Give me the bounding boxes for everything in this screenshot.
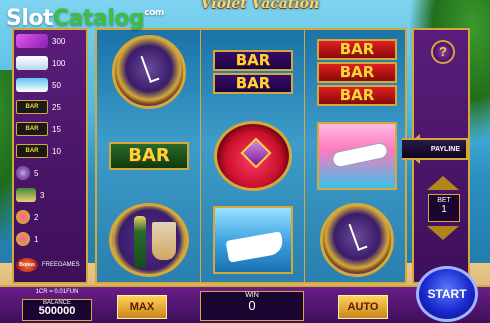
paytable-row: BAR 10	[16, 142, 86, 160]
paytable-row: 3	[16, 186, 86, 204]
diamond-icon	[16, 34, 48, 48]
reel-cell: BAR BAR BAR	[305, 30, 405, 114]
paytable-value: 300	[52, 36, 66, 46]
win-value: 0	[248, 298, 256, 313]
payline-indicator: PAYLINE	[402, 138, 468, 160]
win-display: WIN 0	[200, 291, 304, 321]
paytable-value: 5	[34, 168, 39, 178]
slotcatalog-logo: SlotCatalogcom	[6, 6, 164, 31]
credit-rate: 1CR = 0.01FUN	[35, 289, 79, 295]
paytable-row: Bonus FREEGAMES	[16, 256, 86, 274]
paytable-value: 1	[34, 234, 39, 244]
champagne-icon	[109, 203, 189, 277]
logo-com: com	[144, 8, 164, 18]
watch-icon	[320, 203, 394, 277]
paytable-value: 10	[52, 146, 61, 156]
paytable-row: 100	[16, 54, 86, 72]
reel-1: BAR	[97, 30, 201, 282]
reels-area: BAR BAR BAR BAR BAR BAR	[95, 28, 407, 284]
help-button[interactable]: ?	[431, 40, 455, 64]
max-bet-button[interactable]: MAX	[117, 295, 167, 319]
bar-plate: BAR	[213, 73, 293, 94]
paytable-value: FREEGAMES	[42, 262, 80, 268]
logo-slot: Slot	[6, 6, 54, 31]
start-spin-button[interactable]: START	[416, 266, 478, 322]
paytable-value: 100	[52, 58, 66, 68]
bar-icon: BAR	[109, 142, 189, 170]
champagne-icon	[16, 188, 36, 202]
double-bar-icon: BAR BAR	[213, 50, 293, 94]
bet-value: 1	[441, 204, 447, 215]
triple-bar-icon: BAR	[16, 100, 48, 114]
paytable-row: 50	[16, 76, 86, 94]
double-bar-icon: BAR	[16, 122, 48, 136]
bet-decrease-button[interactable]	[427, 226, 459, 240]
reel-cell	[201, 198, 305, 282]
bet-display: BET 1	[428, 194, 460, 222]
bar-plate: BAR	[317, 61, 397, 83]
ring-icon	[16, 210, 30, 224]
boat-icon	[213, 206, 293, 274]
ring-icon	[214, 121, 292, 191]
logo-catalog: Catalog	[53, 6, 145, 31]
boat-icon	[16, 78, 48, 92]
reel-cell	[305, 198, 405, 282]
triple-bar-icon: BAR BAR BAR	[317, 38, 397, 106]
bar-plate: BAR	[317, 38, 397, 60]
paytable-row: BAR 15	[16, 120, 86, 138]
bar-plate: BAR	[213, 50, 293, 71]
bet-increase-button[interactable]	[427, 176, 459, 190]
game-title: Violet Vacation	[200, 0, 320, 12]
paytable-row: 5	[16, 164, 86, 182]
paytable-row: 1	[16, 230, 86, 248]
balance-value: 500000	[38, 305, 76, 317]
bar-plate: BAR	[317, 84, 397, 106]
reel-cell	[97, 30, 201, 114]
reel-cell: BAR	[97, 114, 201, 198]
single-bar-icon: BAR	[16, 144, 48, 158]
reel-3: BAR BAR BAR	[305, 30, 405, 282]
paytable-row: 2	[16, 208, 86, 226]
balance-display: BALANCE 500000	[22, 299, 92, 321]
paytable-value: 25	[52, 102, 61, 112]
bonus-icon: Bonus	[16, 258, 38, 272]
paytable-value: 15	[52, 124, 61, 134]
any-icon	[16, 232, 30, 246]
watch-icon	[112, 35, 186, 109]
reel-cell	[305, 114, 405, 198]
paytable-value: 2	[34, 212, 39, 222]
plane-icon	[16, 56, 48, 70]
paytable-row: 300	[16, 32, 86, 50]
plane-icon	[317, 122, 397, 190]
bet-label: BET	[437, 197, 451, 204]
reel-cell	[201, 114, 305, 198]
reel-cell	[97, 198, 201, 282]
paytable-panel: 300 100 50 BAR 25 BAR 15 BAR 10 5 3 2 1 …	[12, 28, 88, 284]
paytable-row: BAR 25	[16, 98, 86, 116]
paytable-value: 3	[40, 190, 45, 200]
autoplay-button[interactable]: AUTO	[338, 295, 388, 319]
reel-2: BAR BAR	[201, 30, 305, 282]
watch-icon	[16, 166, 30, 180]
reel-cell: BAR BAR	[201, 30, 305, 114]
paytable-value: 50	[52, 80, 61, 90]
